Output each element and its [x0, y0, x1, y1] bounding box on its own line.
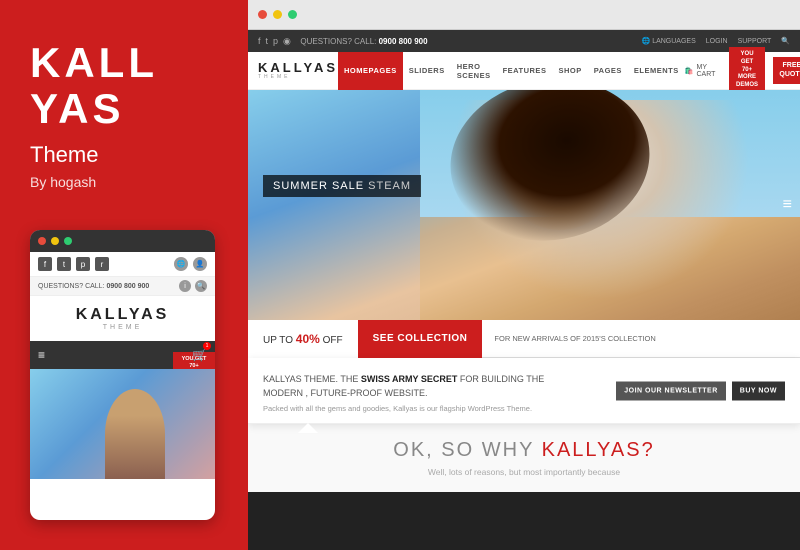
mobile-logo-text: KALLYAS — [40, 306, 205, 324]
search-top-icon[interactable]: 🔍 — [781, 37, 790, 45]
cart-area[interactable]: 🛍️ MY CART — [685, 64, 721, 78]
nav-link-pages[interactable]: PAGES — [588, 52, 628, 90]
facebook-icon: f — [38, 257, 52, 271]
dot-red-icon — [38, 237, 46, 245]
free-quote-button[interactable]: FREEQUOTE — [773, 57, 800, 84]
mobile-header-right: 🌐 👤 — [174, 257, 207, 271]
info-subtext: Packed with all the gems and goodies, Ka… — [263, 404, 785, 413]
percent-off: 40% — [296, 332, 320, 346]
site-cta-bar: UP TO 40% OFF SEE COLLECTION FOR NEW ARR… — [248, 320, 800, 358]
rss-icon: r — [95, 257, 109, 271]
mobile-top-bar — [30, 230, 215, 252]
mobile-header: f t p r 🌐 👤 — [30, 252, 215, 277]
see-collection-button[interactable]: SEE COLLECTION — [358, 320, 483, 358]
browser-dot-red — [258, 10, 267, 19]
user-icon: 👤 — [193, 257, 207, 271]
site-twitter-icon: t — [266, 36, 269, 46]
hero-hair — [438, 90, 663, 256]
info-line1-start: KALLYAS THEME. THE — [263, 374, 361, 384]
twitter-icon: t — [57, 257, 71, 271]
dot-yellow-icon — [51, 237, 59, 245]
left-panel: KALL YAS Theme By hogash f t p r 🌐 👤 QUE… — [0, 0, 248, 550]
mobile-cart: 🛒 1 — [192, 346, 207, 364]
summer-sale-steam: STEAM — [368, 180, 411, 192]
site-info-section: KALLYAS THEME. THE SWISS ARMY SECRET FOR… — [248, 358, 800, 424]
globe-icon: 🌐 — [174, 257, 188, 271]
kallyas-highlight: KALLYAS? — [542, 439, 655, 461]
site-phone-label: QUESTIONS? CALL: 0900 800 900 — [296, 37, 428, 46]
mobile-logo-sub: THEME — [40, 324, 205, 331]
mobile-logo-area: KALLYAS THEME — [30, 296, 215, 341]
info-line1-end: FOR BUILDING THE — [457, 374, 544, 384]
site-facebook-icon: f — [258, 36, 261, 46]
site-nav-right: 🛍️ MY CART YOU GET70+MOREDEMOS FREEQUOTE — [685, 47, 800, 94]
nav-link-features[interactable]: FEATURES — [497, 52, 553, 90]
site-pinterest-icon: p — [273, 36, 278, 46]
cart-badge: 1 — [203, 342, 211, 350]
right-panel: f t p ◉ QUESTIONS? CALL: 0900 800 900 🌐 … — [248, 0, 800, 550]
hero-woman-image — [420, 90, 800, 320]
search-icon: 🔍 — [195, 280, 207, 292]
pinterest-icon: p — [76, 257, 90, 271]
site-info-wrapper: KALLYAS THEME. THE SWISS ARMY SECRET FOR… — [248, 358, 800, 424]
site-nav-links: HOMEPAGES SLIDERS HERO SCENES FEATURES S… — [338, 52, 685, 90]
site-bottom-section: OK, SO WHY KALLYAS? Well, lots of reason… — [248, 424, 800, 492]
site-social-icons: f t p ◉ QUESTIONS? CALL: 0900 800 900 — [258, 36, 428, 47]
newsletter-button[interactable]: JOIN OUR NEWSLETTER — [616, 381, 726, 400]
info-line1-bold: SWISS ARMY SECRET — [361, 374, 458, 384]
mobile-hero-image — [30, 369, 215, 479]
mobile-preview: f t p r 🌐 👤 QUESTIONS? CALL: 0900 800 90… — [30, 230, 215, 520]
mobile-phone-bar: QUESTIONS? CALL: 0900 800 900 i 🔍 — [30, 277, 215, 296]
ok-so-why-text: OK, SO WHY — [393, 439, 534, 461]
brand-theme-label: Theme — [30, 142, 98, 168]
you-get-site-badge: YOU GET70+MOREDEMOS — [729, 47, 766, 94]
buy-now-button[interactable]: BUY NOW — [732, 381, 785, 400]
dot-green-icon — [64, 237, 72, 245]
info-line2: MODERN , FUTURE-PROOF WEBSITE. — [263, 388, 428, 398]
brand-title: KALL YAS — [30, 40, 158, 132]
hamburger-icon: ≡ — [38, 348, 45, 362]
nav-link-elements[interactable]: ELEMENTS — [628, 52, 685, 90]
info-buttons: JOIN OUR NEWSLETTER BUY NOW — [616, 381, 785, 400]
cart-icon: 🛒 — [192, 348, 207, 362]
summer-sale-text: SUMMER SALE — [273, 180, 364, 192]
cta-subtext: FOR NEW ARRIVALS OF 2015'S COLLECTION — [482, 320, 667, 358]
brand-by-label: By hogash — [30, 174, 96, 190]
login-link[interactable]: LOGIN — [706, 38, 728, 45]
support-link[interactable]: SUPPORT — [738, 38, 772, 45]
cart-label: MY CART — [696, 64, 720, 78]
mobile-social-icons: f t p r — [38, 257, 109, 271]
website-mockup: f t p ◉ QUESTIONS? CALL: 0900 800 900 🌐 … — [248, 30, 800, 550]
site-top-right: 🌐 LANGUAGES LOGIN SUPPORT 🔍 — [642, 37, 790, 45]
site-rss-icon: ◉ — [283, 36, 291, 47]
up-to-label: UP TO 40% OFF — [263, 332, 343, 346]
info-arrow-icon — [298, 423, 318, 433]
browser-dot-yellow — [273, 10, 282, 19]
scroll-arrow-icon: ≡ — [783, 196, 792, 214]
cart-bag-icon: 🛍️ — [685, 67, 694, 75]
info-icon: i — [179, 280, 191, 292]
mobile-phone-label: QUESTIONS? CALL: 0900 800 900 — [38, 283, 149, 290]
site-main-nav: KALLYAS THEME HOMEPAGES SLIDERS HERO SCE… — [248, 52, 800, 90]
site-logo-area: KALLYAS THEME — [258, 61, 338, 80]
site-logo-text: KALLYAS — [258, 61, 338, 74]
browser-chrome — [248, 0, 800, 30]
cta-off-text: UP TO 40% OFF — [248, 320, 358, 358]
nav-link-heroscenes[interactable]: HERO SCENES — [451, 52, 497, 90]
languages-link[interactable]: 🌐 LANGUAGES — [642, 37, 696, 45]
site-hero: SUMMER SALE STEAM ≡ — [248, 90, 800, 320]
info-text: KALLYAS THEME. THE SWISS ARMY SECRET FOR… — [263, 373, 593, 400]
browser-dot-green — [288, 10, 297, 19]
nav-link-homepages[interactable]: HOMEPAGES — [338, 52, 403, 90]
nav-link-shop[interactable]: SHOP — [552, 52, 587, 90]
nav-link-sliders[interactable]: SLIDERS — [403, 52, 451, 90]
why-title: OK, SO WHY KALLYAS? — [263, 439, 785, 462]
why-subtitle: Well, lots of reasons, but most importan… — [263, 467, 785, 477]
summer-sale-label: SUMMER SALE STEAM — [263, 175, 421, 197]
